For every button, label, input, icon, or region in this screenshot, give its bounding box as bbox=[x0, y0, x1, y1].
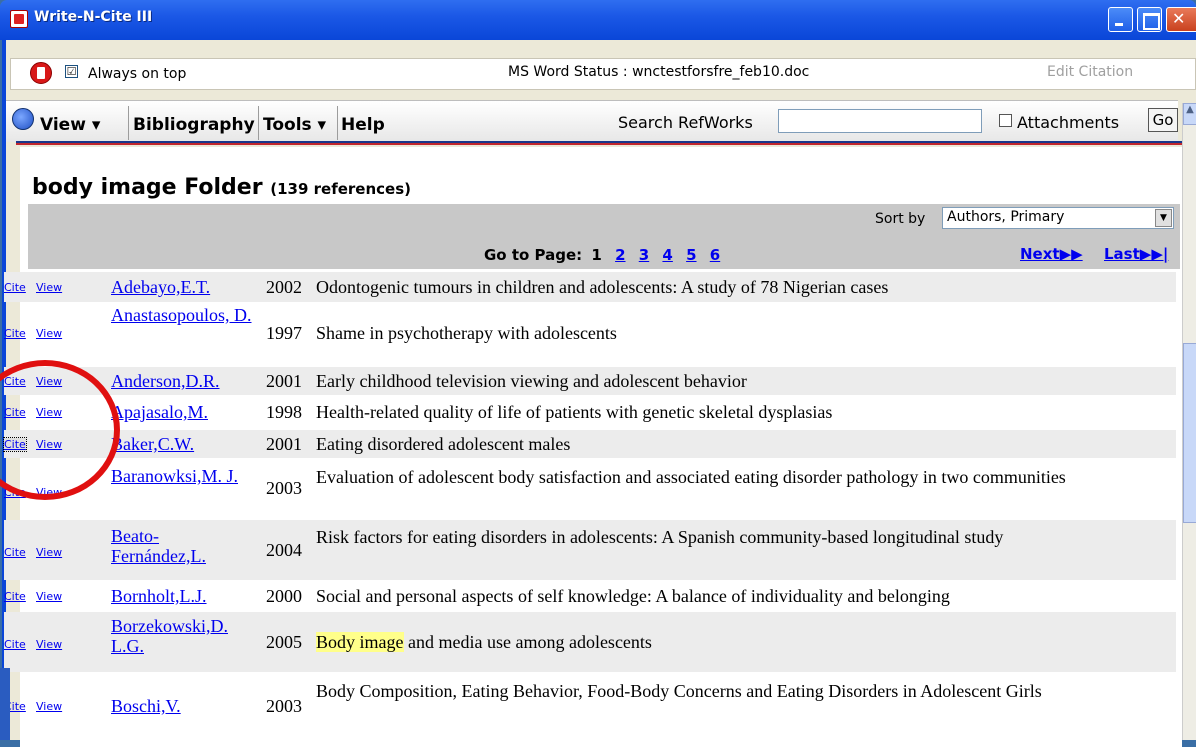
taskbar-edge bbox=[0, 668, 10, 740]
always-on-top-checkbox[interactable]: ☑ bbox=[65, 65, 78, 78]
stop-icon[interactable] bbox=[30, 62, 52, 84]
tools-menu[interactable]: Tools ▾ bbox=[263, 115, 326, 135]
next-page-link[interactable]: Next▶▶ bbox=[1020, 245, 1083, 263]
author-link[interactable]: Boschi,V. bbox=[111, 696, 181, 716]
close-button[interactable] bbox=[1166, 7, 1196, 32]
title-rest: and media use among adolescents bbox=[403, 632, 652, 652]
table-row: Cite View Adebayo,E.T. 2002 Odontogenic … bbox=[4, 272, 1176, 302]
cite-link[interactable]: Cite bbox=[4, 546, 26, 559]
globe-icon[interactable] bbox=[12, 108, 34, 130]
scroll-up-icon[interactable]: ▲ bbox=[1183, 103, 1196, 125]
reference-title: Evaluation of adolescent body satisfacti… bbox=[316, 467, 1066, 487]
maximize-button[interactable] bbox=[1137, 7, 1162, 32]
view-link[interactable]: View bbox=[36, 590, 62, 603]
search-highlight: Body image bbox=[316, 632, 404, 652]
reference-title: Body Composition, Eating Behavior, Food-… bbox=[316, 681, 1042, 701]
menu-separator bbox=[128, 106, 129, 140]
author-link[interactable]: Baranowksi,M. J. bbox=[111, 466, 261, 486]
cite-link[interactable]: Cite bbox=[4, 327, 26, 340]
author-link[interactable]: Bornholt,L.J. bbox=[111, 586, 207, 606]
app-icon bbox=[10, 10, 28, 28]
year: 2003 bbox=[266, 478, 302, 498]
pagination: Go to Page: 1 2 3 4 5 6 bbox=[484, 246, 720, 264]
year: 1998 bbox=[266, 402, 302, 422]
attachments-label: Attachments bbox=[1017, 113, 1120, 132]
author-link[interactable]: Apajasalo,M. bbox=[111, 402, 208, 422]
sort-value: Authors, Primary bbox=[947, 209, 1065, 225]
vertical-scrollbar[interactable]: ▲ bbox=[1182, 103, 1196, 740]
edit-citation-button[interactable]: Edit Citation bbox=[1047, 64, 1133, 80]
year: 2004 bbox=[266, 540, 302, 560]
folder-title: body image Folder bbox=[32, 175, 263, 200]
current-page: 1 bbox=[591, 246, 602, 264]
search-input[interactable] bbox=[778, 109, 982, 133]
year: 1997 bbox=[266, 323, 302, 343]
page-link-6[interactable]: 6 bbox=[710, 246, 720, 264]
word-status: MS Word Status : wnctestforsfre_feb10.do… bbox=[508, 64, 810, 80]
reference-title: Social and personal aspects of self know… bbox=[316, 586, 950, 606]
menu-separator bbox=[337, 106, 338, 140]
reference-title: Odontogenic tumours in children and adol… bbox=[316, 277, 889, 297]
year: 2000 bbox=[266, 586, 302, 606]
table-row: Cite View Baranowksi,M. J. 2003 Evaluati… bbox=[4, 460, 1176, 518]
cite-link[interactable]: Cite bbox=[4, 281, 26, 294]
year: 2003 bbox=[266, 696, 302, 716]
author-link[interactable]: Borzekowski,D. L.G. bbox=[111, 616, 261, 656]
minimize-button[interactable] bbox=[1108, 7, 1133, 32]
year: 2001 bbox=[266, 434, 302, 454]
reference-count: (139 references) bbox=[270, 180, 411, 198]
title-bar: Write-N-Cite III bbox=[0, 0, 1196, 40]
sort-select[interactable]: Authors, Primary ▼ bbox=[942, 207, 1174, 229]
page-title: body image Folder (139 references) bbox=[32, 175, 411, 200]
table-row: Cite View Bornholt,L.J. 2000 Social and … bbox=[4, 582, 1176, 610]
reference-title: Early childhood television viewing and a… bbox=[316, 371, 747, 391]
view-link[interactable]: View bbox=[36, 700, 62, 713]
reference-title: Health-related quality of life of patien… bbox=[316, 402, 833, 422]
search-label: Search RefWorks bbox=[618, 113, 753, 132]
author-link[interactable]: Beato-Fernández,L. bbox=[111, 526, 221, 566]
help-menu[interactable]: Help bbox=[341, 115, 385, 135]
year: 2005 bbox=[266, 632, 302, 652]
page-link-3[interactable]: 3 bbox=[639, 246, 649, 264]
year: 2002 bbox=[266, 277, 302, 297]
table-row: Cite View Apajasalo,M. 1998 Health-relat… bbox=[4, 398, 1176, 428]
view-link[interactable]: View bbox=[36, 546, 62, 559]
author-link[interactable]: Baker,C.W. bbox=[111, 434, 194, 454]
page-link-2[interactable]: 2 bbox=[615, 246, 625, 264]
table-row: Cite View Borzekowski,D. L.G. 2005 Body … bbox=[4, 612, 1176, 672]
cite-link[interactable]: Cite bbox=[4, 590, 26, 603]
scroll-thumb[interactable] bbox=[1183, 343, 1196, 523]
last-page-link[interactable]: Last▶▶| bbox=[1104, 245, 1168, 263]
author-link[interactable]: Adebayo,E.T. bbox=[111, 277, 210, 297]
goto-label: Go to Page: bbox=[484, 246, 583, 264]
always-on-top-label: Always on top bbox=[88, 66, 187, 82]
page-link-5[interactable]: 5 bbox=[686, 246, 696, 264]
reference-title: Risk factors for eating disorders in ado… bbox=[316, 527, 1004, 547]
view-link[interactable]: View bbox=[36, 281, 62, 294]
window-title: Write-N-Cite III bbox=[34, 9, 153, 25]
attachments-checkbox[interactable] bbox=[999, 114, 1012, 127]
table-row: Cite View Beato-Fernández,L. 2004 Risk f… bbox=[4, 520, 1176, 580]
go-button[interactable]: Go bbox=[1148, 108, 1178, 132]
table-row: Cite View Boschi,V. 2003 Body Compositio… bbox=[4, 674, 1176, 732]
reference-title: Eating disordered adolescent males bbox=[316, 434, 571, 454]
sort-label: Sort by bbox=[875, 211, 926, 227]
chevron-down-icon[interactable]: ▼ bbox=[1155, 209, 1172, 227]
year: 2001 bbox=[266, 371, 302, 391]
view-link[interactable]: View bbox=[36, 327, 62, 340]
table-row: Cite View Anderson,D.R. 2001 Early child… bbox=[4, 367, 1176, 395]
author-link[interactable]: Anderson,D.R. bbox=[111, 371, 220, 391]
page-link-4[interactable]: 4 bbox=[662, 246, 672, 264]
view-link[interactable]: View bbox=[36, 638, 62, 651]
reference-title: Shame in psychotherapy with adolescents bbox=[316, 323, 617, 343]
table-row: Cite View Baker,C.W. 2001 Eating disorde… bbox=[3, 430, 1176, 458]
table-row: Cite View Anastasopoulos, D. 1997 Shame … bbox=[4, 303, 1176, 365]
menu-divider bbox=[16, 141, 1182, 145]
reference-title: Body image and media use among adolescen… bbox=[316, 631, 652, 653]
author-link[interactable]: Anastasopoulos, D. bbox=[111, 305, 261, 325]
view-menu[interactable]: View ▾ bbox=[40, 115, 100, 135]
bibliography-menu[interactable]: Bibliography bbox=[133, 115, 255, 135]
menu-separator bbox=[258, 106, 259, 140]
cite-link[interactable]: Cite bbox=[4, 638, 26, 651]
